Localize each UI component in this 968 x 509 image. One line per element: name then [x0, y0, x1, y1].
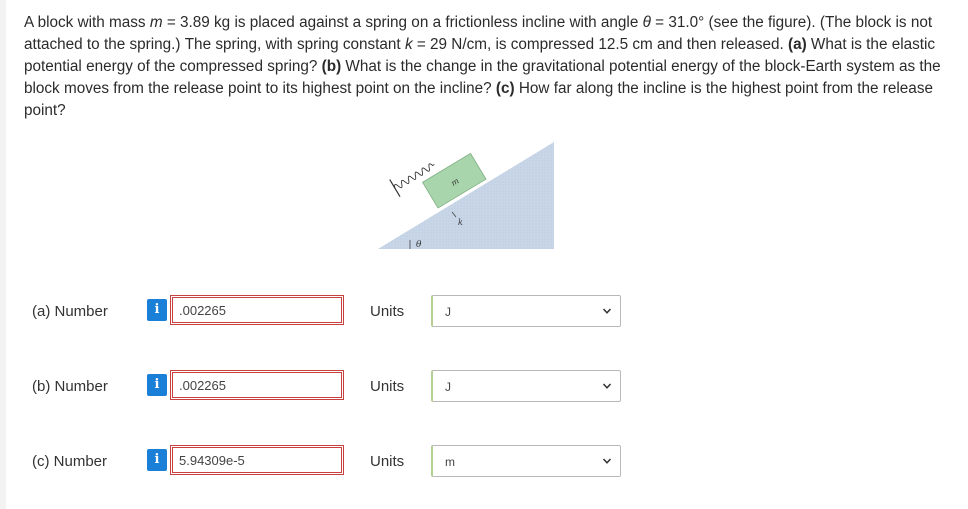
question-part: A block with mass [24, 14, 150, 31]
units-label: Units [370, 453, 405, 470]
units-select-c[interactable]: m [431, 445, 621, 477]
number-input-b[interactable] [170, 370, 344, 400]
theta-variable: θ [642, 14, 651, 31]
incline-figure: m k θ [378, 142, 554, 250]
spring-wall [389, 179, 401, 198]
question-text: A block with mass m = 3.89 kg is placed … [24, 12, 954, 122]
k-variable: k [404, 36, 413, 53]
left-gutter [0, 0, 6, 509]
part-a-label: (a) Number [32, 303, 108, 320]
chevron-down-icon [602, 458, 612, 464]
info-icon[interactable]: i [147, 374, 167, 396]
number-input-c[interactable] [170, 445, 344, 475]
angle-label: θ [416, 240, 422, 250]
units-selected-value: J [445, 305, 451, 319]
answer-row-b: (b) Number i Units J [24, 370, 624, 404]
units-selected-value: m [445, 455, 455, 469]
question-part: = 3.89 kg is placed against a spring on … [162, 14, 643, 31]
part-b-tag: (b) [321, 58, 342, 75]
number-input-a[interactable] [170, 295, 344, 325]
question-part: = 29 N/cm, is compressed 12.5 cm and the… [412, 36, 788, 53]
units-selected-value: J [445, 380, 451, 394]
part-a-tag: (a) [787, 36, 807, 53]
units-select-b[interactable]: J [431, 370, 621, 402]
mass-variable: m [149, 14, 163, 31]
info-icon[interactable]: i [147, 449, 167, 471]
part-b-label: (b) Number [32, 378, 108, 395]
chevron-down-icon [602, 383, 612, 389]
answer-row-a: (a) Number i Units J [24, 295, 624, 329]
chevron-down-icon [602, 308, 612, 314]
units-select-a[interactable]: J [431, 295, 621, 327]
part-c-tag: (c) [495, 80, 515, 97]
spring-constant-label: k [458, 218, 463, 227]
units-label: Units [370, 303, 405, 320]
answer-row-c: (c) Number i Units m [24, 445, 624, 479]
part-c-label: (c) Number [32, 453, 108, 470]
units-label: Units [370, 378, 405, 395]
info-icon[interactable]: i [147, 299, 167, 321]
